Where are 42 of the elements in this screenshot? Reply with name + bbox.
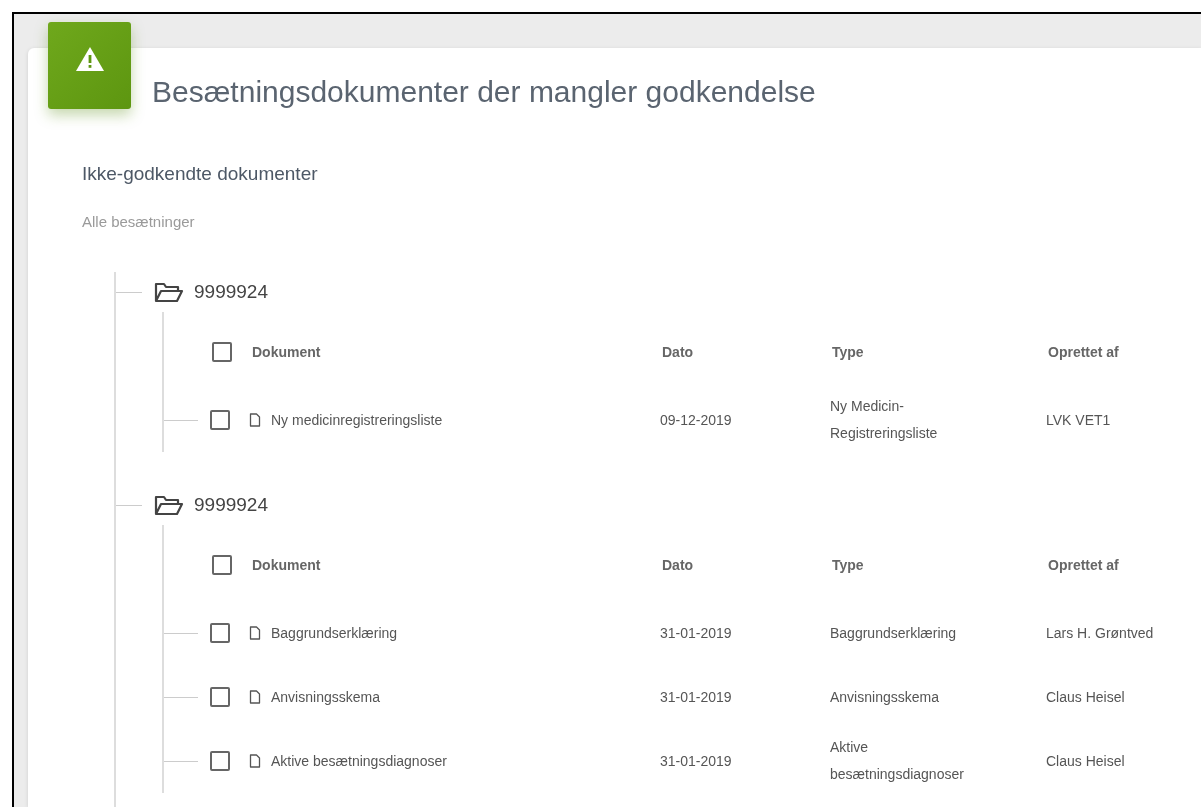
row-checkbox[interactable] xyxy=(210,623,230,643)
document-name[interactable]: Baggrundserklæring xyxy=(271,625,398,641)
page-title: Besætningsdokumenter der mangler godkendelse xyxy=(152,74,816,110)
section-subtitle: Alle besætninger xyxy=(82,212,196,232)
column-header: Dato xyxy=(662,344,694,360)
group-name[interactable]: 9999924 xyxy=(194,494,268,516)
creator-cell: Claus Heisel xyxy=(1046,689,1125,705)
creator-cell: Lars H. Grøntved xyxy=(1046,625,1154,641)
select-all-checkbox[interactable] xyxy=(212,555,232,575)
date-cell: 09-12-2019 xyxy=(660,412,732,428)
column-header: Oprettet af xyxy=(1048,557,1119,573)
creator-cell: Claus Heisel xyxy=(1046,753,1125,769)
column-header: Type xyxy=(832,557,864,573)
type-cell-text: Aktive besætningsdiagnoser xyxy=(830,738,965,784)
section-title: Ikke-godkendte dokumenter xyxy=(82,162,319,186)
file-icon xyxy=(249,690,261,704)
column-header: Dato xyxy=(662,557,694,573)
type-cell-text: Anvisningsskema xyxy=(830,687,940,707)
select-all-checkbox[interactable] xyxy=(212,342,232,362)
document-name[interactable]: Aktive besætningsdiagnoser xyxy=(271,753,447,769)
type-cell-text: Ny Medicin-Registreringsliste xyxy=(830,397,939,443)
document-name[interactable]: Ny medicinregistreringsliste xyxy=(271,412,443,428)
type-cell-text: Baggrundserklæring xyxy=(830,623,958,643)
file-icon xyxy=(249,413,261,427)
file-icon xyxy=(249,754,261,768)
folder-icon xyxy=(154,494,184,516)
folder-icon xyxy=(154,281,184,303)
document-name[interactable]: Anvisningsskema xyxy=(271,689,380,705)
group-name[interactable]: 9999924 xyxy=(194,281,268,303)
row-checkbox[interactable] xyxy=(210,751,230,771)
column-header: Dokument xyxy=(252,557,321,573)
date-cell: 31-01-2019 xyxy=(660,753,732,769)
column-header: Oprettet af xyxy=(1048,344,1119,360)
creator-cell: LVK VET1 xyxy=(1046,412,1111,428)
row-checkbox[interactable] xyxy=(210,687,230,707)
warning-icon xyxy=(74,45,105,72)
date-cell: 31-01-2019 xyxy=(660,689,732,705)
date-cell: 31-01-2019 xyxy=(660,625,732,641)
file-icon xyxy=(249,626,261,640)
column-header: Dokument xyxy=(252,344,321,360)
column-header: Type xyxy=(832,344,864,360)
row-checkbox[interactable] xyxy=(210,410,230,430)
